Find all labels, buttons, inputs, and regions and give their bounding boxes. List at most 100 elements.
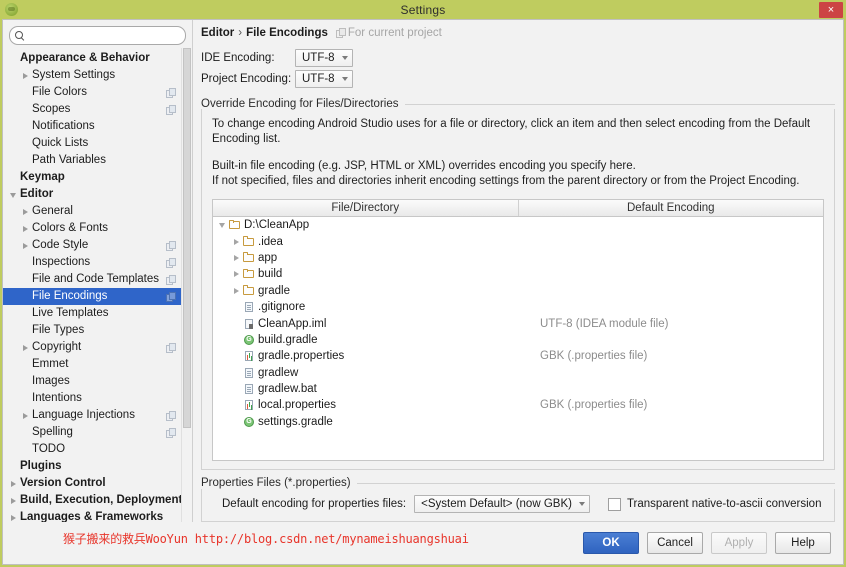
sidebar-item-inspections[interactable]: Inspections <box>3 254 192 271</box>
table-cell-file-directory[interactable]: build.gradle <box>213 334 514 346</box>
table-body[interactable]: D:\CleanApp .idea app build gradle .gitignore… <box>213 217 823 460</box>
chevron-right-icon[interactable] <box>21 70 32 81</box>
help-button[interactable]: Help <box>775 532 831 554</box>
sidebar-item-version-control[interactable]: Version Control <box>3 475 192 492</box>
chevron-right-icon[interactable] <box>231 252 243 264</box>
sidebar-item-build-execution-deployment[interactable]: Build, Execution, Deployment <box>3 492 192 509</box>
ok-button[interactable]: OK <box>583 532 639 554</box>
sidebar-item-spelling[interactable]: Spelling <box>3 424 192 441</box>
table-row[interactable]: build.gradle <box>213 332 823 348</box>
table-row[interactable]: settings.gradle <box>213 414 823 430</box>
table-cell-default-encoding[interactable]: GBK (.properties file) <box>514 350 823 362</box>
sidebar-scrollbar-thumb[interactable] <box>183 48 191 428</box>
table-header-file-directory[interactable]: File/Directory <box>213 200 519 216</box>
chevron-down-icon[interactable] <box>9 189 20 200</box>
sidebar-item-live-templates[interactable]: Live Templates <box>3 305 192 322</box>
sidebar-item-notifications[interactable]: Notifications <box>3 118 192 135</box>
file-name-label: D:\CleanApp <box>244 219 310 232</box>
sidebar-item-plugins[interactable]: Plugins <box>3 458 192 475</box>
chevron-right-icon[interactable] <box>21 410 32 421</box>
table-cell-file-directory[interactable]: CleanApp.iml <box>213 318 514 330</box>
ide-encoding-select[interactable]: UTF-8 <box>295 48 353 67</box>
sidebar-item-intentions[interactable]: Intentions <box>3 390 192 407</box>
table-row[interactable]: build <box>213 266 823 282</box>
chevron-right-icon[interactable] <box>9 478 20 489</box>
sidebar-item-quick-lists[interactable]: Quick Lists <box>3 135 192 152</box>
chevron-right-icon[interactable] <box>21 223 32 234</box>
sidebar-item-copyright[interactable]: Copyright <box>3 339 192 356</box>
table-header-default-encoding[interactable]: Default Encoding <box>519 200 824 216</box>
sidebar-item-system-settings[interactable]: System Settings <box>3 67 192 84</box>
breadcrumb-parent[interactable]: Editor <box>201 27 234 39</box>
sidebar-item-file-and-code-templates[interactable]: File and Code Templates <box>3 271 192 288</box>
sidebar-item-file-types[interactable]: File Types <box>3 322 192 339</box>
search-input[interactable] <box>25 29 185 42</box>
sidebar-item-path-variables[interactable]: Path Variables <box>3 152 192 169</box>
sidebar-item-appearance-behavior[interactable]: Appearance & Behavior <box>3 50 192 67</box>
sidebar-item-languages-frameworks[interactable]: Languages & Frameworks <box>3 509 192 522</box>
chevron-right-icon[interactable] <box>231 285 243 297</box>
sidebar-item-language-injections[interactable]: Language Injections <box>3 407 192 424</box>
table-cell-file-directory[interactable]: gradle <box>213 285 514 297</box>
table-cell-default-encoding[interactable]: UTF-8 (IDEA module file) <box>514 318 823 330</box>
table-cell-file-directory[interactable]: gradlew <box>213 367 514 379</box>
sidebar-item-editor[interactable]: Editor <box>3 186 192 203</box>
table-row[interactable]: CleanApp.iml UTF-8 (IDEA module file) <box>213 315 823 331</box>
search-box[interactable] <box>9 26 186 45</box>
table-cell-default-encoding[interactable]: GBK (.properties file) <box>514 399 823 411</box>
chevron-right-icon[interactable] <box>21 342 32 353</box>
sidebar-item-colors-fonts[interactable]: Colors & Fonts <box>3 220 192 237</box>
table-cell-file-directory[interactable]: .idea <box>213 236 514 248</box>
default-properties-encoding-select[interactable]: <System Default> (now GBK) <box>414 495 590 513</box>
chevron-right-icon[interactable] <box>9 512 20 522</box>
table-cell-file-directory[interactable]: D:\CleanApp <box>213 219 507 231</box>
copy-settings-icon <box>166 241 176 251</box>
table-cell-file-directory[interactable]: .gitignore <box>213 301 514 313</box>
transparent-conversion-checkbox[interactable] <box>607 497 621 511</box>
chevron-right-icon[interactable] <box>21 240 32 251</box>
sidebar-item-keymap[interactable]: Keymap <box>3 169 192 186</box>
table-cell-file-directory[interactable]: gradlew.bat <box>213 383 514 395</box>
sidebar-item-file-colors[interactable]: File Colors <box>3 84 192 101</box>
sidebar-item-images[interactable]: Images <box>3 373 192 390</box>
table-row[interactable]: gradle <box>213 283 823 299</box>
table-row[interactable]: .idea <box>213 233 823 249</box>
table-row[interactable]: gradlew.bat <box>213 381 823 397</box>
close-icon[interactable]: × <box>819 2 843 18</box>
project-encoding-select[interactable]: UTF-8 <box>295 69 353 88</box>
chevron-right-icon[interactable] <box>231 236 243 248</box>
table-row[interactable]: app <box>213 250 823 266</box>
table-row[interactable]: .gitignore <box>213 299 823 315</box>
chevron-right-icon[interactable] <box>21 206 32 217</box>
chevron-down-icon <box>341 76 348 81</box>
chevron-down-icon[interactable] <box>217 219 229 231</box>
chevron-right-icon[interactable] <box>9 495 20 506</box>
properties-files-group-body: Default encoding for properties files: <… <box>201 489 835 522</box>
sidebar-scrollbar[interactable] <box>181 48 192 522</box>
file-name-label: settings.gradle <box>258 415 333 428</box>
table-cell-file-directory[interactable]: settings.gradle <box>213 416 514 428</box>
sidebar-item-code-style[interactable]: Code Style <box>3 237 192 254</box>
gradle-file-icon <box>243 334 255 346</box>
sidebar-item-file-encodings[interactable]: File Encodings <box>3 288 192 305</box>
settings-category-tree[interactable]: Appearance & Behavior System Settings File… <box>3 49 192 522</box>
table-cell-file-directory[interactable]: build <box>213 268 514 280</box>
chevron-right-icon[interactable] <box>231 268 243 280</box>
table-row[interactable]: gradle.properties GBK (.properties file) <box>213 348 823 364</box>
table-cell-file-directory[interactable]: gradle.properties <box>213 350 514 362</box>
sidebar-item-todo[interactable]: TODO <box>3 441 192 458</box>
cancel-button[interactable]: Cancel <box>647 532 703 554</box>
sidebar-item-emmet[interactable]: Emmet <box>3 356 192 373</box>
transparent-conversion-row[interactable]: Transparent native-to-ascii conversion <box>607 497 821 511</box>
sidebar-item-general[interactable]: General <box>3 203 192 220</box>
table-row[interactable]: D:\CleanApp <box>213 217 823 233</box>
table-row[interactable]: local.properties GBK (.properties file) <box>213 397 823 413</box>
table-cell-file-directory[interactable]: local.properties <box>213 399 514 411</box>
sidebar-item-scopes[interactable]: Scopes <box>3 101 192 118</box>
table-row[interactable]: gradlew <box>213 365 823 381</box>
table-cell-file-directory[interactable]: app <box>213 252 514 264</box>
